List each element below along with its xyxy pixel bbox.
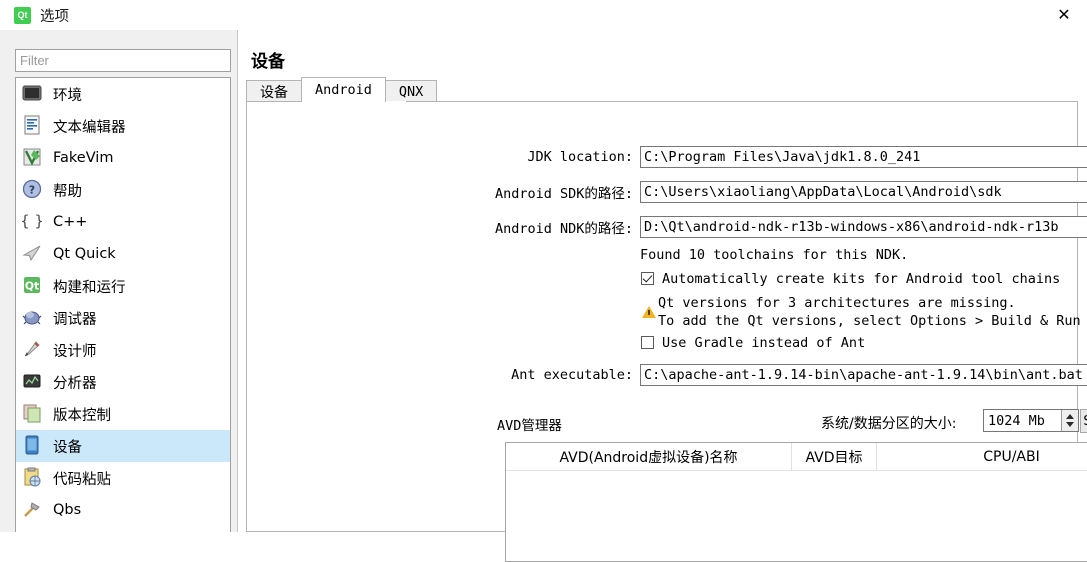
jdk-path-input[interactable] [640, 145, 1087, 168]
jdk-label: JDK location: [527, 148, 633, 165]
text-editor-icon [22, 115, 44, 137]
designer-icon [22, 339, 44, 361]
partition-size-value: 1024 Mb [988, 412, 1045, 429]
environment-icon [22, 83, 44, 105]
svg-text:?: ? [29, 184, 35, 197]
options-main-panel: 设备 设备AndroidQNX JDK location:浏览...Androi… [238, 30, 1087, 562]
close-icon[interactable]: ✕ [1041, 0, 1087, 30]
chevron-up-icon[interactable] [1066, 413, 1074, 419]
qtquick-icon [22, 243, 44, 265]
sidebar-item-7[interactable]: Qt 构建和运行 [16, 270, 230, 302]
sidebar-item-2[interactable]: 文本编辑器 [16, 110, 230, 142]
use-gradle-label: Use Gradle instead of Ant [662, 335, 866, 351]
sidebar-item-9[interactable]: 设计师 [16, 334, 230, 366]
options-sidebar: 环境文本编辑器 FakeVim? 帮助 { } C++ Qt Quick Qt 构建和运行调试… [0, 30, 238, 532]
sidebar-item-label: 设计师 [53, 343, 97, 360]
ndk-label: Android NDK的路径: [494, 220, 633, 237]
analyzer-icon [22, 371, 44, 393]
sidebar-item-3[interactable]: FakeVim [16, 142, 230, 174]
dialog-body: 环境文本编辑器 FakeVim? 帮助 { } C++ Qt Quick Qt 构建和运行调试… [0, 30, 1087, 562]
partition-size-label: 系统/数据分区的大小: [821, 416, 957, 432]
avd-table-header: AVD(Android虚拟设备)名称 AVD目标 CPU/ABI [506, 443, 1087, 471]
tab-bar[interactable]: 设备 Android QNX [246, 77, 1078, 102]
sidebar-item-label: 分析器 [53, 375, 97, 392]
window-title: 选项 [40, 8, 69, 25]
ndk-path-input[interactable] [640, 215, 1087, 238]
code-paste-icon [22, 467, 44, 489]
version-control-icon [22, 403, 44, 425]
sidebar-item-13[interactable]: 代码粘贴 [16, 462, 230, 494]
jdk-path-row: JDK location:浏览... [480, 145, 1087, 168]
sidebar-item-14[interactable]: Qbs [16, 494, 230, 526]
sidebar-item-4[interactable]: ? 帮助 [16, 174, 230, 206]
sdk-label: Android SDK的路径: [494, 185, 633, 202]
start-avd-manager-button[interactable]: Start AVD Manager... [1080, 409, 1087, 433]
ant-path-row: Ant executable:浏览... [480, 363, 1087, 386]
qt-versions-warning-line1: Qt versions for 3 architectures are miss… [658, 295, 1016, 311]
cpp-icon: { } [20, 211, 44, 233]
auto-create-kits-checkbox[interactable] [641, 272, 654, 285]
sidebar-item-label: Qbs [53, 502, 82, 518]
fakevim-icon [22, 147, 44, 169]
sdk-path-row: Android SDK的路径:浏览... [480, 180, 1087, 203]
sidebar-item-label: 代码粘贴 [53, 471, 111, 488]
use-gradle-checkbox[interactable] [641, 336, 654, 349]
sidebar-item-label: 环境 [53, 87, 82, 104]
ant-label: Ant executable: [511, 366, 633, 383]
debugger-icon [22, 307, 44, 329]
avd-table[interactable]: AVD(Android虚拟设备)名称 AVD目标 CPU/ABI [505, 442, 1087, 562]
ndk-path-row: Android NDK的路径:浏览... [480, 215, 1087, 238]
search-input[interactable] [15, 49, 231, 72]
auto-create-kits-label: Automatically create kits for Android to… [662, 271, 1061, 287]
tab-1[interactable]: 设备 [246, 80, 302, 102]
svg-text:Qt: Qt [25, 280, 40, 293]
sidebar-category-list[interactable]: 环境文本编辑器 FakeVim? 帮助 { } C++ Qt Quick Qt 构建和运行调试… [15, 77, 231, 532]
sidebar-item-label: 设备 [53, 439, 82, 456]
partition-size-stepper[interactable]: 1024 Mb [983, 409, 1079, 432]
ant-path-input[interactable] [640, 363, 1087, 386]
sidebar-item-1[interactable]: 环境 [16, 78, 230, 110]
warning-triangle-icon [642, 306, 656, 318]
avd-manager-heading: AVD管理器 [497, 418, 562, 434]
sidebar-item-label: FakeVim [53, 150, 114, 166]
sidebar-item-label: 调试器 [53, 311, 97, 328]
avd-column-header-1[interactable]: AVD(Android虚拟设备)名称 [506, 443, 791, 471]
qbs-icon [22, 499, 44, 521]
devices-icon [22, 435, 44, 457]
avd-column-header-3[interactable]: CPU/ABI [876, 443, 1087, 471]
sidebar-item-6[interactable]: Qt Quick [16, 238, 230, 270]
tab-2[interactable]: Android [301, 77, 386, 102]
toolchains-status-text: Found 10 toolchains for this NDK. [640, 247, 909, 263]
tab-3[interactable]: QNX [384, 80, 438, 102]
page-title: 设备 [251, 52, 285, 72]
stepper-arrows[interactable] [1061, 410, 1078, 431]
sidebar-item-label: 文本编辑器 [53, 119, 126, 136]
title-bar: Qt 选项 ✕ [0, 0, 1087, 30]
chevron-down-icon[interactable] [1066, 422, 1074, 428]
avd-column-header-2[interactable]: AVD目标 [791, 443, 876, 471]
build-run-icon: Qt [22, 275, 44, 297]
sidebar-item-label: C++ [53, 214, 88, 230]
sidebar-item-label: Qt Quick [53, 246, 116, 262]
sidebar-item-label: 构建和运行 [53, 279, 126, 296]
sidebar-item-11[interactable]: 版本控制 [16, 398, 230, 430]
sidebar-item-10[interactable]: 分析器 [16, 366, 230, 398]
help-icon: ? [22, 179, 44, 201]
qt-versions-warning-line2: To add the Qt versions, select Options >… [658, 313, 1087, 329]
sdk-path-input[interactable] [640, 180, 1087, 203]
qt-logo-icon: Qt [14, 6, 31, 24]
svg-text:{ }: { } [22, 212, 42, 230]
sidebar-item-label: 帮助 [53, 183, 82, 200]
sidebar-item-8[interactable]: 调试器 [16, 302, 230, 334]
sidebar-item-12[interactable]: 设备 [16, 430, 230, 462]
sidebar-item-label: 版本控制 [53, 407, 111, 424]
sidebar-item-5[interactable]: { } C++ [16, 206, 230, 238]
